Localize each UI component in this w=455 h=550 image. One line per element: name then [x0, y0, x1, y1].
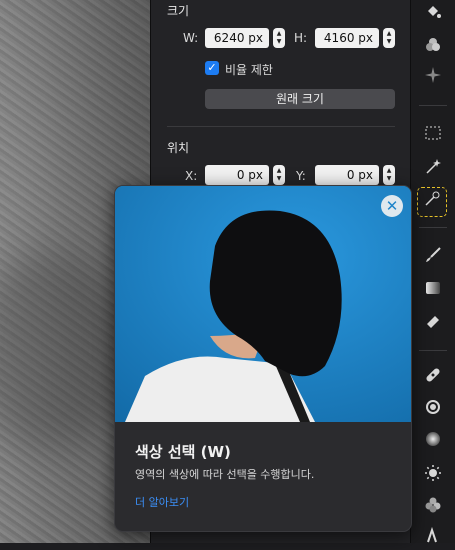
eraser-icon[interactable]	[422, 312, 444, 334]
tool-strip	[410, 0, 455, 543]
paint-bucket-icon[interactable]	[422, 2, 444, 24]
brush-icon[interactable]	[422, 246, 444, 268]
clone-icon[interactable]	[422, 398, 444, 420]
y-label: Y:	[296, 169, 306, 183]
tool-tip-popover: ✕ 색상 선택 (W) 영역의 색상에 따라 선택을 수행합니다. 더 알아보기	[114, 185, 412, 532]
y-input[interactable]: 0 px	[315, 165, 379, 185]
x-label: X:	[185, 169, 198, 183]
width-label: W:	[183, 31, 199, 45]
height-input[interactable]: 4160 px	[315, 28, 379, 48]
constrain-label: 비율 제한	[225, 63, 273, 77]
original-size-button[interactable]: 원래 크기	[205, 89, 395, 109]
width-stepper[interactable]: ▲ ▼	[273, 28, 285, 48]
x-stepper[interactable]: ▲ ▼	[273, 165, 285, 185]
sun-icon[interactable]	[422, 464, 444, 486]
pen-icon[interactable]	[422, 526, 444, 548]
x-input[interactable]: 0 px	[205, 165, 269, 185]
color-select-icon[interactable]	[417, 187, 447, 217]
color-adjust-icon[interactable]	[422, 36, 444, 58]
size-section-title: 크기	[167, 4, 190, 18]
close-icon[interactable]: ✕	[381, 195, 403, 217]
position-section-title: 위치	[167, 141, 190, 155]
flower-icon[interactable]	[422, 496, 444, 518]
learn-more-link[interactable]: 더 알아보기	[135, 494, 189, 510]
popover-description: 영역의 색상에 따라 선택을 수행합니다.	[135, 468, 315, 481]
magic-wand-icon[interactable]	[422, 158, 444, 180]
sparkle-icon[interactable]	[422, 66, 444, 88]
rect-select-icon[interactable]	[422, 124, 444, 146]
constrain-checkbox[interactable]: ✓	[205, 61, 219, 75]
blur-icon[interactable]	[422, 430, 444, 452]
gradient-icon[interactable]	[422, 279, 444, 301]
height-stepper[interactable]: ▲ ▼	[383, 28, 395, 48]
y-stepper[interactable]: ▲ ▼	[383, 165, 395, 185]
width-input[interactable]: 6240 px	[205, 28, 269, 48]
height-label: H:	[294, 31, 308, 45]
hero-image	[115, 186, 411, 422]
divider	[167, 126, 395, 127]
bandage-icon[interactable]	[422, 366, 444, 388]
popover-title: 색상 선택 (W)	[135, 443, 231, 461]
